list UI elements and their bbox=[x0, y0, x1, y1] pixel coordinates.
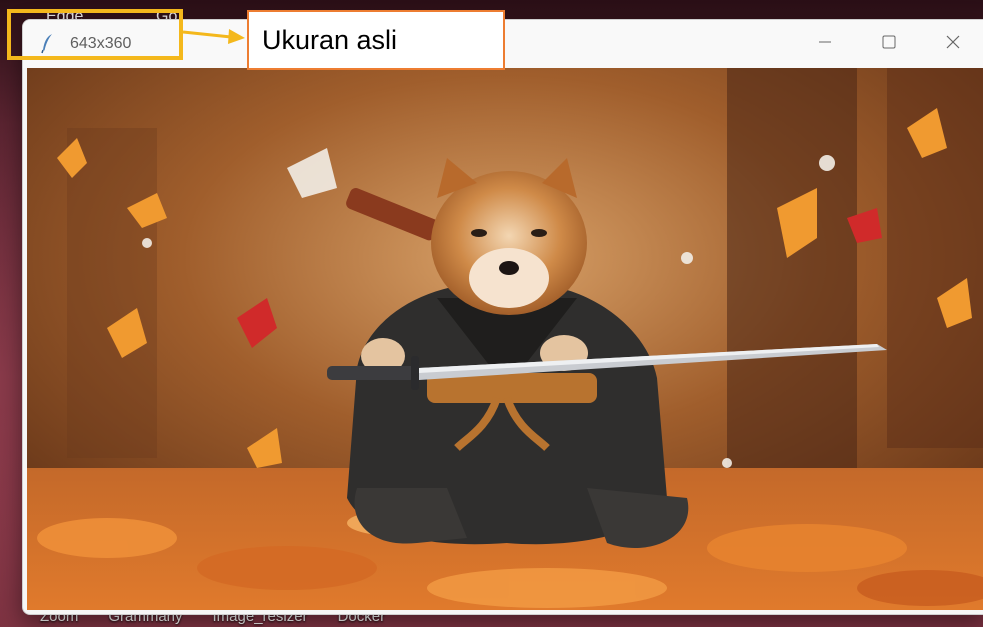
shiba-samurai-image bbox=[27, 68, 983, 610]
close-icon bbox=[946, 35, 960, 49]
annotation-callout: Ukuran asli bbox=[247, 10, 505, 70]
arrow-icon bbox=[183, 29, 245, 44]
highlight-box bbox=[7, 9, 183, 60]
close-button[interactable] bbox=[922, 20, 983, 64]
minimize-button[interactable] bbox=[794, 20, 856, 64]
minimize-icon bbox=[819, 41, 831, 43]
maximize-button[interactable] bbox=[858, 20, 920, 64]
maximize-icon bbox=[882, 35, 896, 49]
app-window: 643x360 bbox=[22, 19, 983, 615]
image-viewport bbox=[27, 68, 983, 610]
callout-text: Ukuran asli bbox=[262, 24, 398, 55]
